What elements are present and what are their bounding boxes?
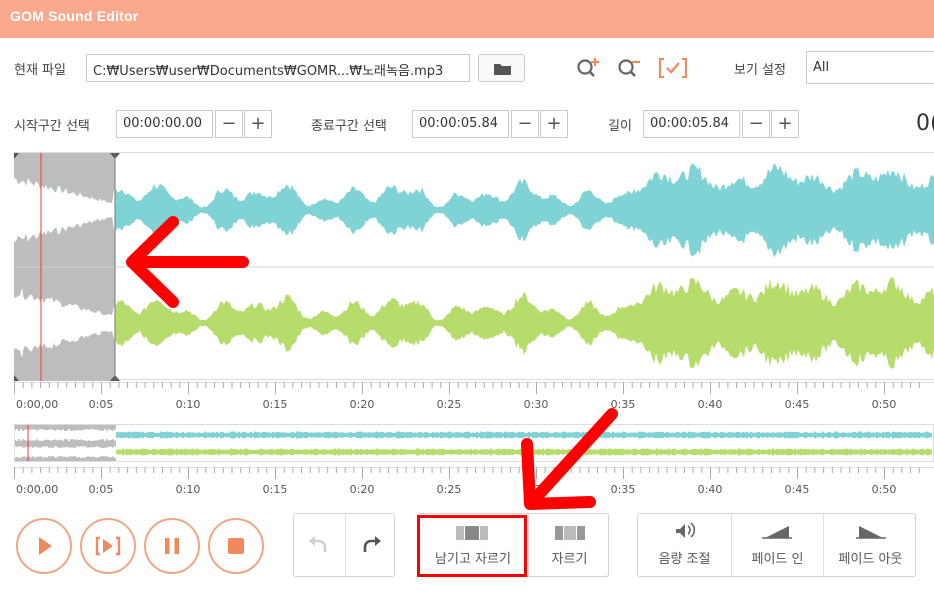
ruler-tick-label: 0:10 xyxy=(176,483,201,496)
length-plus-button[interactable]: + xyxy=(771,110,799,138)
play-selection-button[interactable] xyxy=(80,518,136,574)
overview-canvas xyxy=(14,425,932,461)
play-icon xyxy=(39,537,52,555)
overview-ruler-ticks: 0:00,00 0:05 0:10 0:15 0:20 0:25 0:30 0:35 0:40 0… xyxy=(14,466,934,496)
open-folder-button[interactable] xyxy=(478,54,525,82)
ruler-tick-label: 0:20 xyxy=(350,398,375,411)
ruler-tick-label: 0:25 xyxy=(437,483,462,496)
undo-redo-group xyxy=(293,513,395,577)
ruler-tick-label: 0:00,00 xyxy=(16,483,58,496)
effects-group: 음량 조절 페이드 인 페이드 아웃 xyxy=(637,513,916,577)
length-field: 00:00:05.84 xyxy=(643,110,740,138)
ruler-tick-label: 0:40 xyxy=(698,483,723,496)
ruler-tick-label: 0:30 xyxy=(524,398,549,411)
volume-adjust-button[interactable]: 음량 조절 xyxy=(638,514,731,576)
view-settings-select[interactable]: All xyxy=(806,51,934,84)
ruler-tick-label: 0:35 xyxy=(611,483,636,496)
folder-icon xyxy=(494,64,511,75)
end-range-label: 종료구간 선택 xyxy=(311,119,387,134)
ruler-tick-label: 0:20 xyxy=(350,483,375,496)
waveform-canvas xyxy=(9,153,934,381)
end-plus-button[interactable]: + xyxy=(540,110,568,138)
fade-out-button[interactable]: 페이드 아웃 xyxy=(824,514,917,576)
pause-icon xyxy=(165,538,179,554)
play-button[interactable] xyxy=(16,518,72,574)
ruler-tick-label: 0:05 xyxy=(89,483,114,496)
ruler-tick-label: 0:50 xyxy=(872,398,897,411)
waveform-bottom-channel-path xyxy=(14,277,934,369)
fade-out-label: 페이드 아웃 xyxy=(838,552,903,567)
view-settings-label: 보기 설정 xyxy=(734,63,786,78)
waveform-top-channel xyxy=(14,162,934,258)
waveform-view[interactable] xyxy=(9,152,934,381)
ruler-tick-label: 0:30 xyxy=(524,483,549,496)
overview-waveform[interactable] xyxy=(14,424,934,462)
annotation-highlight-box xyxy=(417,515,527,577)
fade-out-icon xyxy=(856,526,886,539)
end-minus-button[interactable]: − xyxy=(511,110,539,138)
timeline-ruler-ticks: 0:00,00 0:05 0:10 0:15 0:20 0:25 0:30 0:35 0:40 0… xyxy=(14,381,934,411)
ruler-tick-label: 0:40 xyxy=(698,398,723,411)
waveform-bottom-channel xyxy=(14,277,934,369)
redo-button[interactable] xyxy=(346,514,396,576)
overview-ruler: 0:00,00 0:05 0:10 0:15 0:20 0:25 0:30 0:35 0:40 0… xyxy=(14,466,934,503)
start-plus-button[interactable]: + xyxy=(244,110,272,138)
fade-in-icon xyxy=(762,526,792,539)
timeline-ruler: 0:00,00 0:05 0:10 0:15 0:20 0:25 0:30 0:35 0:40 0… xyxy=(14,381,934,418)
zoom-in-icon[interactable] xyxy=(574,54,604,82)
pause-button[interactable] xyxy=(144,518,200,574)
zoom-out-icon[interactable] xyxy=(615,54,645,82)
ruler-tick-label: 0:00,00 xyxy=(16,398,58,411)
length-label: 길이 xyxy=(608,119,632,134)
end-time-field[interactable]: 00:00:05.84 xyxy=(412,110,509,138)
ruler-tick-label: 0:45 xyxy=(785,483,810,496)
file-path-field[interactable]: C:₩Users₩user₩Documents₩GOMR...₩노래녹음.mp3 xyxy=(86,54,470,82)
ruler-tick-label: 0:50 xyxy=(872,483,897,496)
current-file-label: 현재 파일 xyxy=(14,63,66,78)
volume-adjust-label: 음량 조절 xyxy=(658,552,711,567)
ruler-tick-label: 0:45 xyxy=(785,398,810,411)
trim-button[interactable]: 자르기 xyxy=(529,514,610,576)
start-range-label: 시작구간 선택 xyxy=(14,119,90,134)
stop-button[interactable] xyxy=(208,518,264,574)
ruler-tick-label: 0:25 xyxy=(437,398,462,411)
app-title: GOM Sound Editor xyxy=(10,8,139,24)
fade-in-button[interactable]: 페이드 인 xyxy=(732,514,823,576)
ruler-tick-label: 0:15 xyxy=(263,398,288,411)
undo-button[interactable] xyxy=(294,514,345,576)
start-time-field[interactable]: 00:00:00.00 xyxy=(116,110,213,138)
fade-in-label: 페이드 인 xyxy=(751,552,804,567)
speaker-icon xyxy=(676,522,696,538)
ruler-tick-label: 0:35 xyxy=(611,398,636,411)
undo-icon xyxy=(309,536,327,552)
title-bar: GOM Sound Editor xyxy=(0,0,934,38)
stop-icon xyxy=(228,538,244,554)
waveform-top-channel-path xyxy=(14,162,934,258)
ruler-tick-label: 0:10 xyxy=(176,398,201,411)
current-time-display: 0( xyxy=(916,111,934,136)
select-all-icon[interactable] xyxy=(656,54,690,82)
ruler-tick-label: 0:15 xyxy=(263,483,288,496)
start-minus-button[interactable]: − xyxy=(215,110,243,138)
ruler-tick-label: 0:05 xyxy=(89,398,114,411)
play-selection-icon xyxy=(95,536,121,556)
trim-label: 자르기 xyxy=(551,552,588,567)
trim-icon xyxy=(555,526,585,540)
length-minus-button[interactable]: − xyxy=(742,110,770,138)
redo-icon xyxy=(363,536,381,552)
